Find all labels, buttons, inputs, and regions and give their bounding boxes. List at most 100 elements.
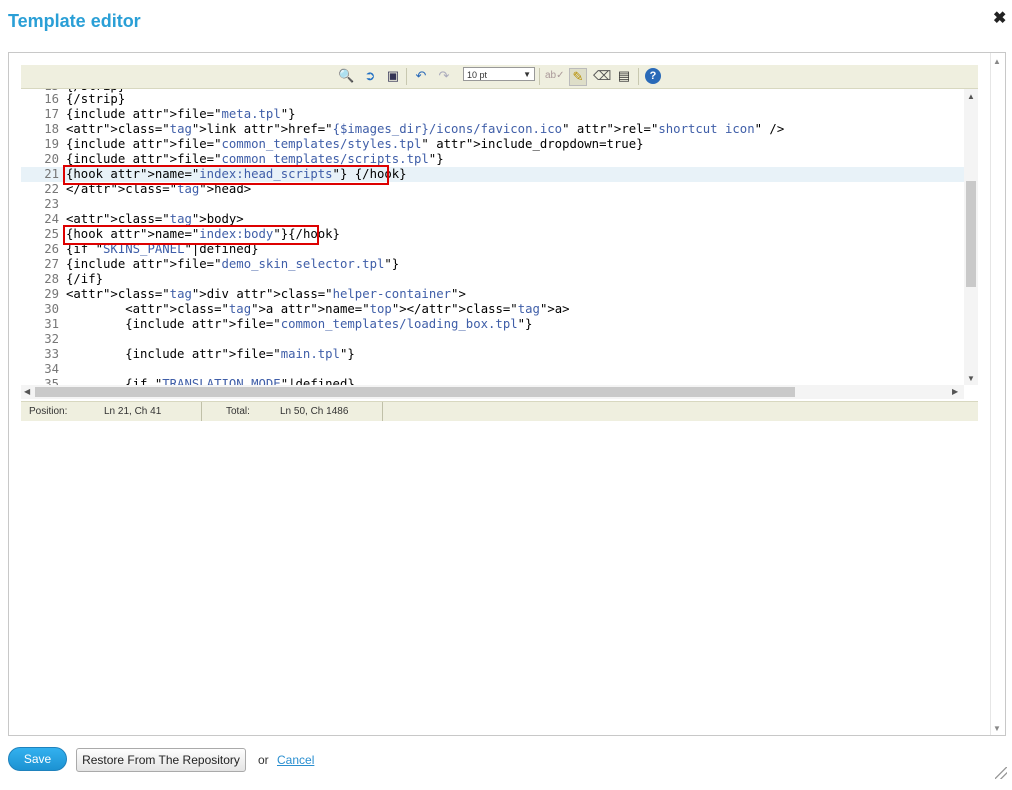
line-number: 19 (44, 137, 59, 151)
close-icon[interactable]: ✖ (993, 8, 1006, 28)
line-number: 33 (44, 347, 59, 361)
toolbar-separator (638, 68, 639, 85)
code-text: {if "TRANSLATION_MODE"|defined} (66, 377, 355, 385)
code-line: 19 {include attr">file="common_templates/… (21, 137, 964, 152)
code-line: 24 <attr">class="tag">body> (21, 212, 964, 227)
code-line: 32 (21, 332, 964, 347)
code-line: 17 {include attr">file="meta.tpl"} (21, 107, 964, 122)
code-line: 23 (21, 197, 964, 212)
redo-icon[interactable]: ↷ (436, 68, 452, 84)
vertical-scrollbar[interactable]: ▲ ▼ (964, 89, 978, 385)
scroll-down-arrow-icon[interactable]: ▼ (967, 374, 975, 383)
line-number: 25 (44, 227, 59, 241)
line-number: 30 (44, 302, 59, 316)
outer-scrollbar[interactable]: ▲ ▼ (990, 53, 1005, 735)
chevron-down-icon: ▼ (523, 70, 531, 79)
font-size-select[interactable]: 10 pt ▼ (463, 67, 535, 81)
code-line: 29 <attr">class="tag">div attr">class="he… (21, 287, 964, 302)
cancel-link[interactable]: Cancel (277, 753, 314, 767)
total-value: Ln 50, Ch 1486 (280, 406, 349, 417)
code-line: 35 {if "TRANSLATION_MODE"|defined} (21, 377, 964, 385)
code-line: 25 {hook attr">name="index:body"}{/hook} (21, 227, 964, 242)
horizontal-scrollbar[interactable]: ◀ ▶ (21, 385, 964, 399)
save-button[interactable]: Save (8, 747, 67, 771)
code-area[interactable]: 15{/strip} 16{/strip} 17{include attr">f… (21, 89, 964, 385)
code-text: {include attr">file="demo_skin_selector.… (66, 257, 400, 271)
toolbar-separator (539, 68, 540, 85)
reset-icon[interactable]: ⌫ (593, 68, 611, 84)
line-number: 29 (44, 287, 59, 301)
scroll-thumb[interactable] (966, 181, 976, 287)
code-text: {hook attr">name="index:body"}{/hook} (66, 227, 340, 241)
code-text: <attr">class="tag">div attr">class="help… (66, 287, 466, 301)
restore-button[interactable]: Restore From The Repository (76, 748, 246, 772)
line-number: 22 (44, 182, 59, 196)
code-line: 22 </attr">class="tag">head> (21, 182, 964, 197)
scroll-up-arrow-icon[interactable]: ▲ (993, 57, 1001, 66)
position-value: Ln 21, Ch 41 (104, 406, 162, 417)
code-line: 31 {include attr">file="common_templates… (21, 317, 964, 332)
toggle-editor-icon[interactable]: ▤ (616, 68, 632, 84)
line-number: 35 (44, 377, 59, 385)
line-number: 16 (44, 92, 59, 106)
goto-line-icon[interactable]: ➲ (362, 68, 378, 84)
line-number: 20 (44, 152, 59, 166)
total-label: Total: (226, 406, 250, 417)
code-text: {include attr">file="meta.tpl"} (66, 107, 296, 121)
find-icon[interactable]: 🔍 (338, 68, 354, 84)
editor-toolbar: 🔍 ➲ ▣ ↶ ↷ 10 pt ▼ ab✓ ✎ ⌫ ▤ ? (21, 65, 978, 89)
line-number: 18 (44, 122, 59, 136)
line-number: 21 (44, 167, 59, 181)
status-bar: Position: Ln 21, Ch 41 Total: Ln 50, Ch … (21, 401, 978, 421)
scroll-right-arrow-icon[interactable]: ▶ (952, 387, 958, 396)
scroll-down-arrow-icon[interactable]: ▼ (993, 724, 1001, 733)
code-line: 28 {/if} (21, 272, 964, 287)
help-icon[interactable]: ? (645, 68, 661, 84)
code-text: {if "SKINS_PANEL"|defined} (66, 242, 259, 256)
position-label: Position: (29, 406, 68, 417)
code-line: 20 {include attr">file="common_templates/… (21, 152, 964, 167)
code-text: {/strip} (66, 92, 126, 106)
code-text: {include attr">file="main.tpl"} (66, 347, 355, 361)
line-number: 23 (44, 197, 59, 211)
code-line: 16 {/strip} (21, 92, 964, 107)
scroll-up-arrow-icon[interactable]: ▲ (967, 92, 975, 101)
code-line: 27 {include attr">file="demo_skin_selecto… (21, 257, 964, 272)
code-line-active: 21 {hook attr">name="index:head_scripts"}… (21, 167, 964, 182)
line-number: 32 (44, 332, 59, 346)
highlight-icon[interactable]: ✎ (569, 68, 587, 86)
code-line: 18 <attr">class="tag">link attr">href="{$… (21, 122, 964, 137)
toolbar-separator (406, 68, 407, 85)
code-text: {include attr">file="common_templates/sc… (66, 152, 444, 166)
line-number: 17 (44, 107, 59, 121)
line-number: 24 (44, 212, 59, 226)
scroll-left-arrow-icon[interactable]: ◀ (24, 387, 30, 396)
code-text: <attr">class="tag">body> (66, 212, 244, 226)
code-text: </attr">class="tag">head> (66, 182, 252, 196)
line-number: 26 (44, 242, 59, 256)
status-separator (382, 402, 383, 421)
line-number: 28 (44, 272, 59, 286)
status-separator (201, 402, 202, 421)
code-line: 26 {if "SKINS_PANEL"|defined} (21, 242, 964, 257)
code-editor: 🔍 ➲ ▣ ↶ ↷ 10 pt ▼ ab✓ ✎ ⌫ ▤ ? 15{/strip}… (21, 65, 978, 421)
fullscreen-icon[interactable]: ▣ (385, 68, 401, 84)
spellcheck-icon[interactable]: ab✓ (545, 68, 565, 84)
code-text: {include attr">file="common_templates/lo… (66, 317, 533, 331)
code-text: {include attr">file="common_templates/st… (66, 137, 644, 151)
code-text: <attr">class="tag">a attr">name="top"></… (66, 302, 570, 316)
code-text: {/if} (66, 272, 104, 286)
resize-grip-icon[interactable] (995, 767, 1007, 779)
line-number: 31 (44, 317, 59, 331)
line-number: 34 (44, 362, 59, 376)
code-line: 34 (21, 362, 964, 377)
undo-icon[interactable]: ↶ (413, 68, 429, 84)
line-number: 27 (44, 257, 59, 271)
dialog-title: Template editor (8, 11, 141, 31)
code-line: 30 <attr">class="tag">a attr">name="top"… (21, 302, 964, 317)
code-text: {hook attr">name="index:head_scripts"} {… (66, 167, 407, 181)
or-text: or (258, 753, 269, 767)
code-text: <attr">class="tag">link attr">href="{$im… (66, 122, 785, 136)
scroll-thumb[interactable] (35, 387, 795, 397)
code-line: 33 {include attr">file="main.tpl"} (21, 347, 964, 362)
